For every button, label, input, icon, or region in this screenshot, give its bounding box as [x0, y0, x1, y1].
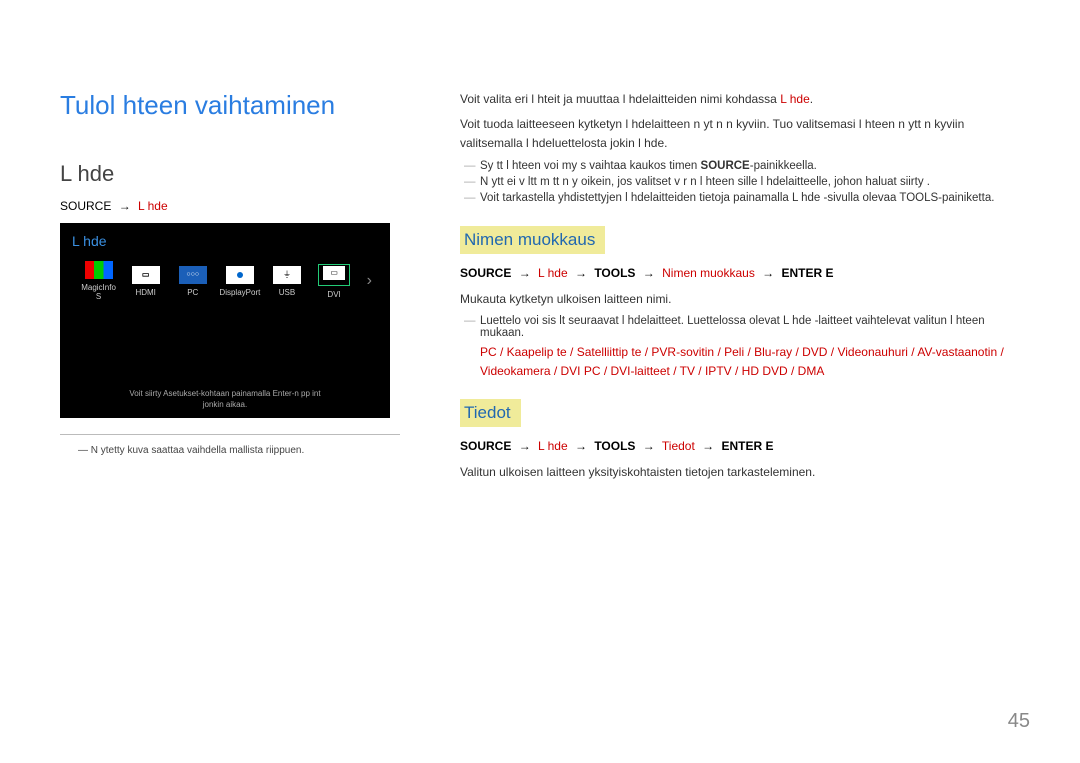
- path-segment: TOOLS: [594, 439, 635, 453]
- text: Sy tt l hteen voi my s vaihtaa kaukos ti…: [480, 160, 701, 172]
- device-list: PC / Kaapelip te / Satelliittip te / PVR…: [460, 343, 1030, 381]
- text: Luettelo voi sis lt seuraavat l hdelaitt…: [480, 315, 783, 327]
- text: Voit valita eri l hteit ja muuttaa l hde…: [460, 92, 780, 106]
- dvi-icon-selected: ▭: [318, 264, 350, 286]
- arrow-icon: →: [698, 439, 718, 453]
- text: .: [810, 92, 813, 106]
- nimen-dash: Luettelo voi sis lt seuraavat l hdelaitt…: [460, 315, 1030, 339]
- path-source: SOURCE: [60, 199, 111, 213]
- left-column: Tulol hteen vaihtaminen L hde SOURCE → L…: [60, 90, 400, 488]
- path-segment-red: L hde: [538, 439, 568, 453]
- section-heading-lahde: L hde: [60, 161, 400, 187]
- note-text: N ytetty kuva saattaa vaihdella mallista…: [91, 445, 304, 456]
- model-note: ― N ytetty kuva saattaa vaihdella mallis…: [60, 445, 400, 456]
- intro-paragraph-1: Voit valita eri l hteit ja muuttaa l hde…: [460, 90, 1030, 109]
- source-label: DisplayPort: [219, 288, 260, 297]
- main-title: Tulol hteen vaihtaminen: [60, 90, 400, 121]
- usb-icon: ⏚: [273, 266, 301, 284]
- source-label: PC: [172, 288, 213, 297]
- path-segment: TOOLS: [594, 266, 635, 280]
- dash-item-3: Voit tarkastella yhdistettyjen l hdelait…: [460, 192, 1030, 204]
- source-tile-dvi: ▭ DVI: [314, 264, 355, 299]
- text: -sivulla olevaa TOOLS-painiketta.: [820, 192, 994, 204]
- screenshot-title: L hde: [60, 223, 390, 255]
- tiedot-line1: Valitun ulkoisen laitteen yksityiskohtai…: [460, 463, 1030, 482]
- arrow-icon: →: [571, 439, 591, 453]
- arrow-icon: →: [639, 439, 659, 453]
- source-label: HDMI: [125, 288, 166, 297]
- intro-paragraph-2: Voit tuoda laitteeseen kytketyn l hdelai…: [460, 115, 1030, 153]
- source-tile-hdmi: ▭ HDMI: [125, 266, 166, 297]
- hdmi-icon: ▭: [132, 266, 160, 284]
- device-screenshot: L hde MagicInfo S ▭ HDMI ○○○ PC DisplayP…: [60, 223, 390, 418]
- chevron-right-icon: ›: [367, 272, 372, 290]
- right-column: Voit valita eri l hteit ja muuttaa l hde…: [460, 90, 1030, 488]
- page-number: 45: [1008, 710, 1030, 733]
- pc-icon: ○○○: [179, 266, 207, 284]
- hint-line1: Voit siirty Asetukset-kohtaan painamalla…: [129, 389, 320, 398]
- arrow-icon: →: [571, 266, 591, 280]
- nimen-line1: Mukauta kytketyn ulkoisen laitteen nimi.: [460, 290, 1030, 309]
- text-red: L hde: [783, 315, 811, 327]
- nav-path-nimen: SOURCE → L hde → TOOLS → Nimen muokkaus …: [460, 266, 1030, 280]
- dash-item-2: N ytt ei v ltt m tt n y oikein, jos vali…: [460, 176, 1030, 188]
- page-content: Tulol hteen vaihtaminen L hde SOURCE → L…: [60, 90, 1030, 488]
- text: -painikkeella.: [750, 160, 817, 172]
- section-header-nimen: Nimen muokkaus: [460, 226, 605, 254]
- hint-line2: jonkin aikaa.: [203, 400, 247, 409]
- nav-path-lahde: SOURCE → L hde: [60, 199, 400, 213]
- path-end: L hde: [138, 199, 168, 213]
- text: Voit tarkastella yhdistettyjen l hdelait…: [480, 192, 792, 204]
- source-label: DVI: [314, 290, 355, 299]
- arrow-icon: →: [639, 266, 659, 280]
- source-label: USB: [266, 288, 307, 297]
- text-red: L hde: [780, 92, 810, 106]
- source-tile-displayport: DisplayPort: [219, 266, 260, 297]
- source-tile-magicinfo: MagicInfo S: [78, 261, 119, 301]
- text-bold: SOURCE: [701, 160, 750, 172]
- path-segment: ENTER E: [722, 439, 774, 453]
- dash-item-1: Sy tt l hteen voi my s vaihtaa kaukos ti…: [460, 160, 1030, 172]
- arrow-icon: →: [515, 266, 535, 280]
- text-red: L hde: [792, 192, 820, 204]
- source-row: MagicInfo S ▭ HDMI ○○○ PC DisplayPort ⏚ …: [60, 261, 390, 301]
- displayport-icon: [226, 266, 254, 284]
- source-label: MagicInfo S: [78, 283, 119, 301]
- source-tile-usb: ⏚ USB: [266, 266, 307, 297]
- path-segment: ENTER E: [782, 266, 834, 280]
- screenshot-hint: Voit siirty Asetukset-kohtaan painamalla…: [60, 389, 390, 410]
- arrow-icon: →: [515, 439, 535, 453]
- arrow-icon: →: [115, 199, 135, 213]
- arrow-icon: →: [758, 266, 778, 280]
- source-tile-pc: ○○○ PC: [172, 266, 213, 297]
- path-segment: SOURCE: [460, 439, 511, 453]
- divider: [60, 434, 400, 435]
- section-header-tiedot: Tiedot: [460, 399, 521, 427]
- path-segment-red: Nimen muokkaus: [662, 266, 755, 280]
- path-segment-red: Tiedot: [662, 439, 695, 453]
- nav-path-tiedot: SOURCE → L hde → TOOLS → Tiedot → ENTER …: [460, 439, 1030, 453]
- magicinfo-icon: [85, 261, 113, 279]
- path-segment: SOURCE: [460, 266, 511, 280]
- path-segment-red: L hde: [538, 266, 568, 280]
